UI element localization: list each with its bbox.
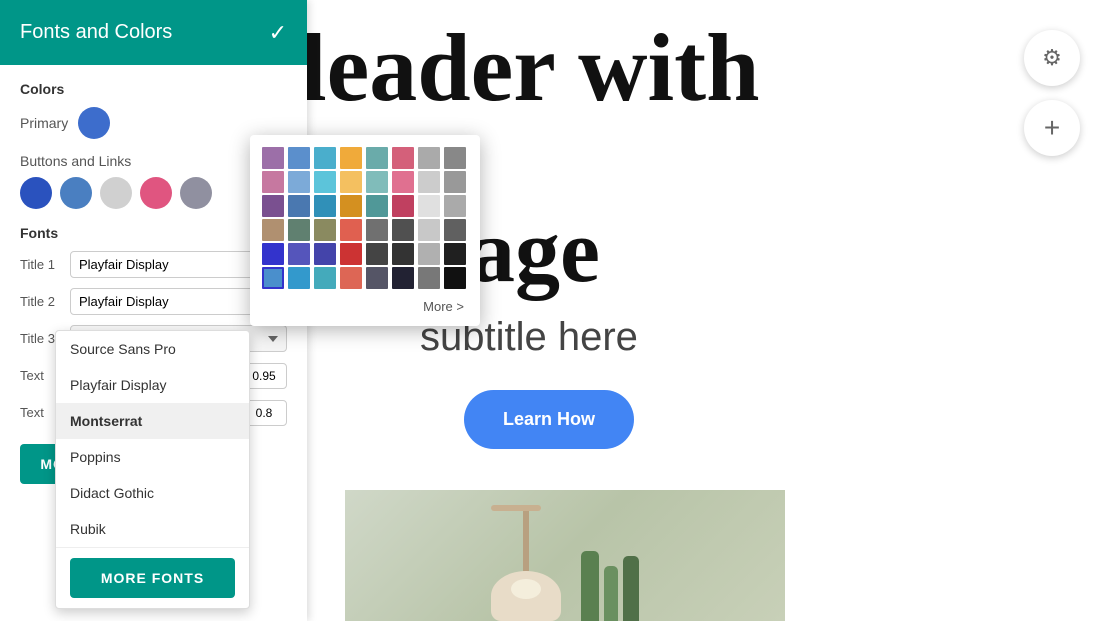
color-cell[interactable] xyxy=(418,267,440,289)
preview-heading: leader with xyxy=(300,20,760,116)
primary-color-row: Primary xyxy=(20,107,287,139)
primary-color-swatch[interactable] xyxy=(78,107,110,139)
title2-font-row: Title 2 Playfair Display xyxy=(20,288,287,315)
color-swatch-dark-blue[interactable] xyxy=(20,177,52,209)
color-cell[interactable] xyxy=(262,195,284,217)
font-option-rubik[interactable]: Rubik xyxy=(56,511,249,547)
color-cell[interactable] xyxy=(418,171,440,193)
color-cell[interactable] xyxy=(418,147,440,169)
color-picker-popup: More > xyxy=(250,135,480,326)
color-cell[interactable] xyxy=(314,147,336,169)
sidebar-title: Fonts and Colors xyxy=(20,21,172,44)
color-cell[interactable] xyxy=(444,267,466,289)
color-cell[interactable] xyxy=(392,195,414,217)
color-cell[interactable] xyxy=(314,243,336,265)
title1-font-row: Title 1 Playfair Display xyxy=(20,251,287,278)
learn-how-button[interactable]: Learn How xyxy=(464,390,634,449)
color-swatch-pink[interactable] xyxy=(140,177,172,209)
color-cell[interactable] xyxy=(314,219,336,241)
color-cell[interactable] xyxy=(340,171,362,193)
font-option-montserrat[interactable]: Montserrat xyxy=(56,403,249,439)
color-grid xyxy=(262,147,468,289)
add-section-button[interactable]: + xyxy=(1024,100,1080,156)
color-cell[interactable] xyxy=(392,171,414,193)
color-cell[interactable] xyxy=(288,171,310,193)
sidebar-header: Fonts and Colors ✓ xyxy=(0,0,307,65)
font-option-source-sans[interactable]: Source Sans Pro xyxy=(56,331,249,367)
color-picker-more-link[interactable]: More > xyxy=(262,299,468,314)
confirm-button[interactable]: ✓ xyxy=(269,20,287,46)
font-dropdown-menu: Source Sans Pro Playfair Display Montser… xyxy=(55,330,250,609)
color-cell[interactable] xyxy=(392,267,414,289)
font-option-playfair[interactable]: Playfair Display xyxy=(56,367,249,403)
settings-gear-button[interactable]: ⚙ xyxy=(1024,30,1080,86)
color-cell[interactable] xyxy=(288,147,310,169)
color-cell[interactable] xyxy=(418,219,440,241)
color-cell[interactable] xyxy=(392,147,414,169)
gear-icon: ⚙ xyxy=(1042,45,1062,71)
color-cell[interactable] xyxy=(262,147,284,169)
color-cell[interactable] xyxy=(288,243,310,265)
title2-label: Title 2 xyxy=(20,294,62,309)
color-cell[interactable] xyxy=(418,195,440,217)
fonts-section-label: Fonts xyxy=(20,225,287,241)
color-cell[interactable] xyxy=(366,147,388,169)
color-cell[interactable] xyxy=(288,195,310,217)
color-cell[interactable] xyxy=(418,243,440,265)
preview-image xyxy=(345,490,785,621)
buttons-links-label: Buttons and Links xyxy=(20,153,287,169)
color-cell[interactable] xyxy=(366,171,388,193)
color-cell[interactable] xyxy=(262,243,284,265)
colors-section-label: Colors xyxy=(20,81,287,97)
color-cell[interactable] xyxy=(366,243,388,265)
font-option-poppins[interactable]: Poppins xyxy=(56,439,249,475)
color-cell[interactable] xyxy=(262,171,284,193)
plus-icon: + xyxy=(1044,112,1060,144)
color-cell[interactable] xyxy=(444,171,466,193)
color-cell[interactable] xyxy=(444,195,466,217)
color-cell[interactable] xyxy=(340,243,362,265)
color-cell[interactable] xyxy=(366,195,388,217)
color-cell[interactable] xyxy=(444,147,466,169)
color-cell[interactable] xyxy=(444,219,466,241)
color-cell[interactable] xyxy=(314,171,336,193)
color-cell[interactable] xyxy=(314,195,336,217)
color-cell[interactable] xyxy=(340,267,362,289)
color-swatch-medium-blue[interactable] xyxy=(60,177,92,209)
primary-label: Primary xyxy=(20,115,68,131)
color-cell[interactable] xyxy=(288,219,310,241)
button-color-swatches xyxy=(20,177,287,209)
color-cell[interactable] xyxy=(340,219,362,241)
color-cell[interactable] xyxy=(340,195,362,217)
title1-label: Title 1 xyxy=(20,257,62,272)
color-swatch-light-gray[interactable] xyxy=(100,177,132,209)
color-cell-selected[interactable] xyxy=(262,267,284,289)
font-option-didact[interactable]: Didact Gothic xyxy=(56,475,249,511)
color-cell[interactable] xyxy=(366,267,388,289)
color-cell[interactable] xyxy=(314,267,336,289)
color-cell[interactable] xyxy=(392,243,414,265)
color-cell[interactable] xyxy=(444,243,466,265)
color-cell[interactable] xyxy=(288,267,310,289)
dropdown-more-fonts-button[interactable]: MORE FONTS xyxy=(70,558,235,598)
color-cell[interactable] xyxy=(340,147,362,169)
color-cell[interactable] xyxy=(366,219,388,241)
dropdown-more-fonts-row: MORE FONTS xyxy=(56,547,249,608)
color-cell[interactable] xyxy=(262,219,284,241)
color-swatch-dark-gray[interactable] xyxy=(180,177,212,209)
color-cell[interactable] xyxy=(392,219,414,241)
